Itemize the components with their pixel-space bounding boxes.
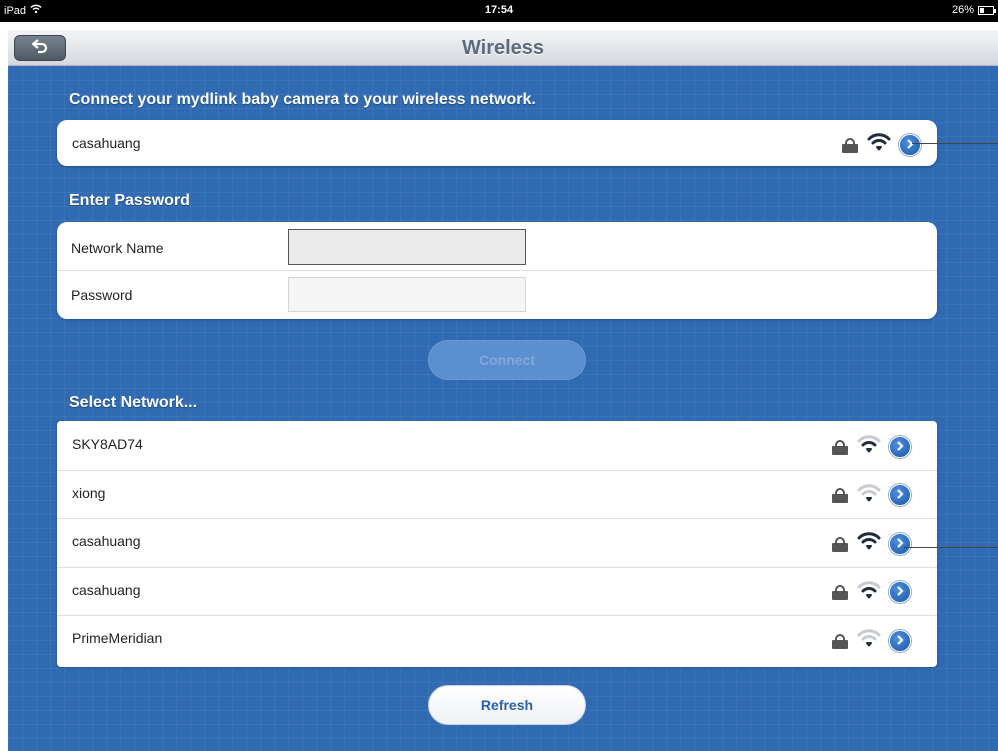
password-section-title: Enter Password <box>69 192 190 209</box>
callout-line-top <box>912 143 998 144</box>
network-details-button[interactable] <box>889 581 911 604</box>
lock-icon <box>831 439 849 455</box>
network-details-button[interactable] <box>889 484 911 507</box>
network-ssid: PrimeMeridian <box>72 630 163 647</box>
callout-line-bottom <box>904 547 998 548</box>
password-label: Password <box>71 287 133 303</box>
network-name-label: Network Name <box>71 240 164 256</box>
network-details-button[interactable] <box>889 435 911 458</box>
lock-icon <box>831 633 849 649</box>
wifi-signal-icon <box>857 531 881 556</box>
network-row-icons <box>831 580 911 605</box>
chevron-right-icon <box>905 136 915 154</box>
network-name-input[interactable] <box>288 229 526 265</box>
current-network-ssid: casahuang <box>72 135 141 151</box>
lock-icon <box>831 487 849 504</box>
network-details-button[interactable] <box>889 532 911 555</box>
chevron-right-icon <box>895 583 905 601</box>
wifi-signal-icon <box>857 580 881 605</box>
connect-section-title: Connect your mydlink baby camera to your… <box>69 91 536 108</box>
status-bar: iPad 17:54 26% <box>0 0 998 22</box>
network-row[interactable]: PrimeMeridian <box>57 615 937 664</box>
network-row-icons <box>831 628 911 653</box>
password-input[interactable] <box>288 277 526 312</box>
chevron-right-icon <box>895 486 905 504</box>
content-area: Connect your mydlink baby camera to your… <box>8 66 998 751</box>
network-row-icons <box>831 531 911 556</box>
chevron-right-icon <box>895 438 905 456</box>
lock-icon <box>831 536 849 552</box>
navigation-bar: Wireless <box>8 30 998 66</box>
row-divider <box>57 566 937 568</box>
lock-icon <box>841 137 859 153</box>
lock-icon <box>831 584 849 601</box>
chevron-right-icon <box>895 535 905 553</box>
network-ssid: casahuang <box>72 581 141 598</box>
page-title: Wireless <box>461 37 545 59</box>
wifi-signal-icon <box>867 132 891 157</box>
row-divider <box>57 518 937 520</box>
row-divider <box>57 615 937 617</box>
current-network-icons <box>841 132 921 157</box>
network-row[interactable]: SKY8AD74 <box>57 421 937 470</box>
refresh-button[interactable]: Refresh <box>428 685 586 725</box>
status-right: 26% <box>951 4 996 16</box>
battery-percent: 26% <box>951 4 974 16</box>
wifi-signal-icon <box>857 434 881 459</box>
select-network-title: Select Network... <box>69 394 198 411</box>
network-ssid: casahuang <box>72 533 141 550</box>
network-ssid: SKY8AD74 <box>72 436 143 452</box>
network-details-button[interactable] <box>889 629 911 652</box>
connect-button[interactable]: Connect <box>428 340 586 380</box>
wifi-signal-icon <box>857 628 881 653</box>
network-row-icons <box>831 483 911 508</box>
wifi-signal-icon <box>857 483 881 508</box>
current-network-card[interactable]: casahuang <box>57 120 937 166</box>
network-row-icons <box>831 434 911 459</box>
network-row[interactable]: xiong <box>57 469 937 519</box>
clock: 17:54 <box>484 4 514 16</box>
chevron-right-icon <box>895 632 905 650</box>
network-ssid: xiong <box>72 484 106 501</box>
battery-icon <box>978 5 996 15</box>
network-list: SKY8AD74 xiong casahuang casahuang PrimeMeri… <box>57 421 937 667</box>
form-divider <box>57 270 937 271</box>
network-details-button[interactable] <box>899 133 921 156</box>
password-form-card: Network Name Password <box>57 222 937 319</box>
network-row[interactable]: casahuang <box>57 566 937 616</box>
network-row[interactable]: casahuang <box>57 518 937 567</box>
row-divider <box>57 469 937 471</box>
